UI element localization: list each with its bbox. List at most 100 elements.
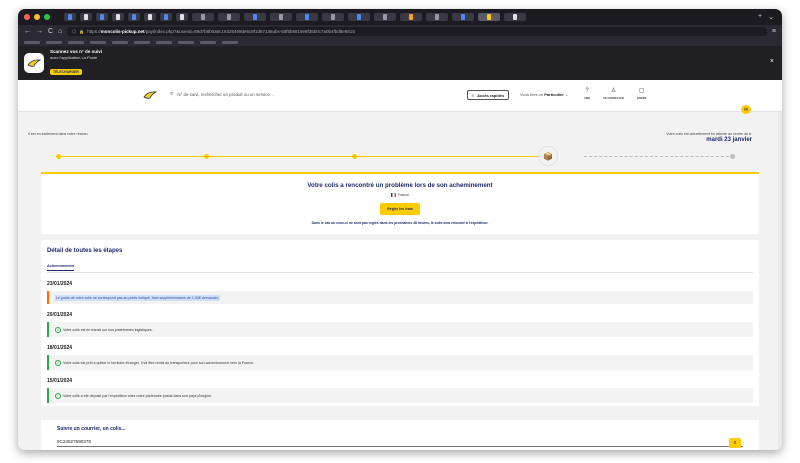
- tab-divider: [47, 272, 753, 273]
- browser-tab[interactable]: [426, 13, 448, 21]
- pay-fees-button[interactable]: Régler les frais: [380, 203, 420, 215]
- browser-tab-active[interactable]: [478, 13, 500, 21]
- forward-icon[interactable]: →: [36, 28, 43, 35]
- check-icon: ✓: [55, 359, 61, 366]
- steps-card: Détail de toutes les étapes Acheminement…: [41, 240, 759, 406]
- bookmark-item[interactable]: [90, 40, 106, 44]
- bookmark-item[interactable]: [134, 40, 150, 44]
- search-icon: ⌕: [170, 91, 174, 97]
- help-icon: ?: [585, 88, 589, 94]
- alert-country: France: [41, 193, 759, 197]
- user-type-selector[interactable]: Vous êtes un Particulier ⌄: [520, 92, 568, 97]
- progress-step-dot: [352, 154, 357, 159]
- site-search[interactable]: ⌕ N° de suivi, rechercher un produit ou …: [170, 91, 274, 98]
- browser-tab[interactable]: [244, 13, 266, 21]
- favicon-icon: [279, 14, 283, 20]
- browser-window: + ⌄ ← → C ⌂ ⬡ 🔒 https://moncolis-pickup.…: [18, 9, 782, 450]
- bookmark-item[interactable]: [24, 40, 40, 44]
- bookmark-item[interactable]: [178, 40, 194, 44]
- browser-tab[interactable]: [400, 13, 422, 21]
- browser-tab[interactable]: [112, 13, 124, 21]
- tab-controls: + ⌄: [758, 13, 782, 21]
- site-header: ⌕ N° de suivi, rechercher un produit ou …: [18, 80, 782, 112]
- new-tab-icon[interactable]: +: [758, 13, 762, 21]
- favicon-icon: [305, 14, 309, 20]
- download-app-button[interactable]: TÉLÉCHARGER: [50, 68, 82, 75]
- login-link[interactable]: ♙ SE CONNECTER: [603, 88, 624, 100]
- browser-tab[interactable]: [348, 13, 370, 21]
- browser-tab[interactable]: [192, 13, 214, 21]
- user-icon: ♙: [610, 88, 617, 94]
- app-banner-text: Scannez vos n° de suivi avec l'applicati…: [50, 49, 102, 78]
- browser-tab[interactable]: [176, 13, 188, 21]
- browser-tab[interactable]: [374, 13, 396, 21]
- tracking-status-left: Il est en traitement dans notre réseau.: [28, 132, 89, 136]
- browser-tab[interactable]: [144, 13, 156, 21]
- la-poste-app-logo: [24, 53, 44, 73]
- site-search-input[interactable]: N° de suivi, rechercher un produit ou un…: [177, 92, 274, 97]
- shield-icon: ⬡: [72, 28, 77, 34]
- close-banner-icon[interactable]: ×: [770, 58, 774, 65]
- back-icon[interactable]: ←: [24, 28, 31, 35]
- step-date: 20/01/2024: [47, 312, 73, 318]
- progress-step-dot-pending: [730, 154, 735, 159]
- help-label: AIDE: [584, 97, 591, 100]
- la-poste-logo-icon[interactable]: [143, 89, 157, 101]
- step-text: Votre colis a été déposé par l'expéditeu…: [63, 393, 213, 398]
- tab-acheminement[interactable]: Acheminement: [47, 264, 75, 271]
- browser-tab[interactable]: [160, 13, 172, 21]
- page-scrollbar[interactable]: [778, 112, 782, 450]
- menu-icon[interactable]: ≡: [772, 28, 776, 35]
- browser-tab[interactable]: [322, 13, 344, 21]
- browser-tab[interactable]: [296, 13, 318, 21]
- address-bar[interactable]: ⬡ 🔒 https://moncolis-pickup.net/pay/inde…: [67, 27, 767, 36]
- app-banner-subtitle: avec l'application La Poste: [50, 54, 98, 60]
- chat-icon[interactable]: ✉: [741, 105, 751, 114]
- favicon-icon: [68, 14, 72, 20]
- user-type-prefix: Vous êtes un: [520, 92, 544, 97]
- bookmark-item[interactable]: [46, 40, 62, 44]
- browser-tab[interactable]: [452, 13, 474, 21]
- bookmark-item[interactable]: [200, 40, 216, 44]
- bookmark-item[interactable]: [68, 40, 84, 44]
- bookmark-item[interactable]: [112, 40, 128, 44]
- tab-strip: [64, 13, 526, 21]
- lock-icon: 🔒: [79, 29, 85, 34]
- alert-note: Dans le cas où ceux-ci ne sont pas réglé…: [311, 221, 489, 225]
- close-window-icon[interactable]: [24, 14, 30, 20]
- maximize-window-icon[interactable]: [44, 14, 50, 20]
- browser-tab[interactable]: [504, 13, 526, 21]
- browser-tab[interactable]: [96, 13, 108, 21]
- browser-tab[interactable]: [270, 13, 292, 21]
- favicon-icon: [513, 14, 517, 20]
- search-button[interactable]: ⌕: [729, 438, 741, 448]
- tab-bar: + ⌄: [18, 9, 782, 25]
- quick-access-button[interactable]: ≡ Accès rapides: [467, 90, 509, 100]
- cart-label: PANIER: [636, 97, 647, 100]
- bookmark-item[interactable]: [222, 40, 238, 44]
- browser-tab[interactable]: [218, 13, 240, 21]
- step-event: ✓ Votre colis est prêt à quitter le terr…: [47, 355, 753, 370]
- country-label: France: [397, 193, 410, 197]
- tracking-number-input[interactable]: 6C24527590378: [57, 437, 743, 447]
- browser-tab[interactable]: [80, 13, 92, 21]
- reload-icon[interactable]: C: [48, 28, 53, 35]
- bookmark-item[interactable]: [156, 40, 172, 44]
- favicon-icon: [383, 14, 387, 20]
- quick-access-label: Accès rapides: [477, 92, 505, 98]
- favicon-icon: [409, 14, 413, 20]
- step-date: 23/01/2024: [47, 281, 73, 287]
- navigation-bar: ← → C ⌂ ⬡ 🔒 https://moncolis-pickup.net /…: [18, 25, 782, 38]
- home-icon[interactable]: ⌂: [58, 28, 62, 35]
- minimize-window-icon[interactable]: [34, 14, 40, 20]
- favicon-icon: [100, 14, 104, 20]
- tab-list-icon[interactable]: ⌄: [768, 13, 774, 21]
- tracking-page: ⌕ N° de suivi, rechercher un produit ou …: [18, 80, 782, 450]
- browser-tab[interactable]: [64, 13, 76, 21]
- check-icon: ✓: [55, 326, 61, 333]
- favicon-icon: [487, 14, 491, 20]
- france-flag-icon: [390, 193, 396, 197]
- cart-link[interactable]: ▢ PANIER: [637, 88, 647, 100]
- browser-tab[interactable]: [128, 13, 140, 21]
- help-link[interactable]: ? AIDE: [584, 88, 590, 100]
